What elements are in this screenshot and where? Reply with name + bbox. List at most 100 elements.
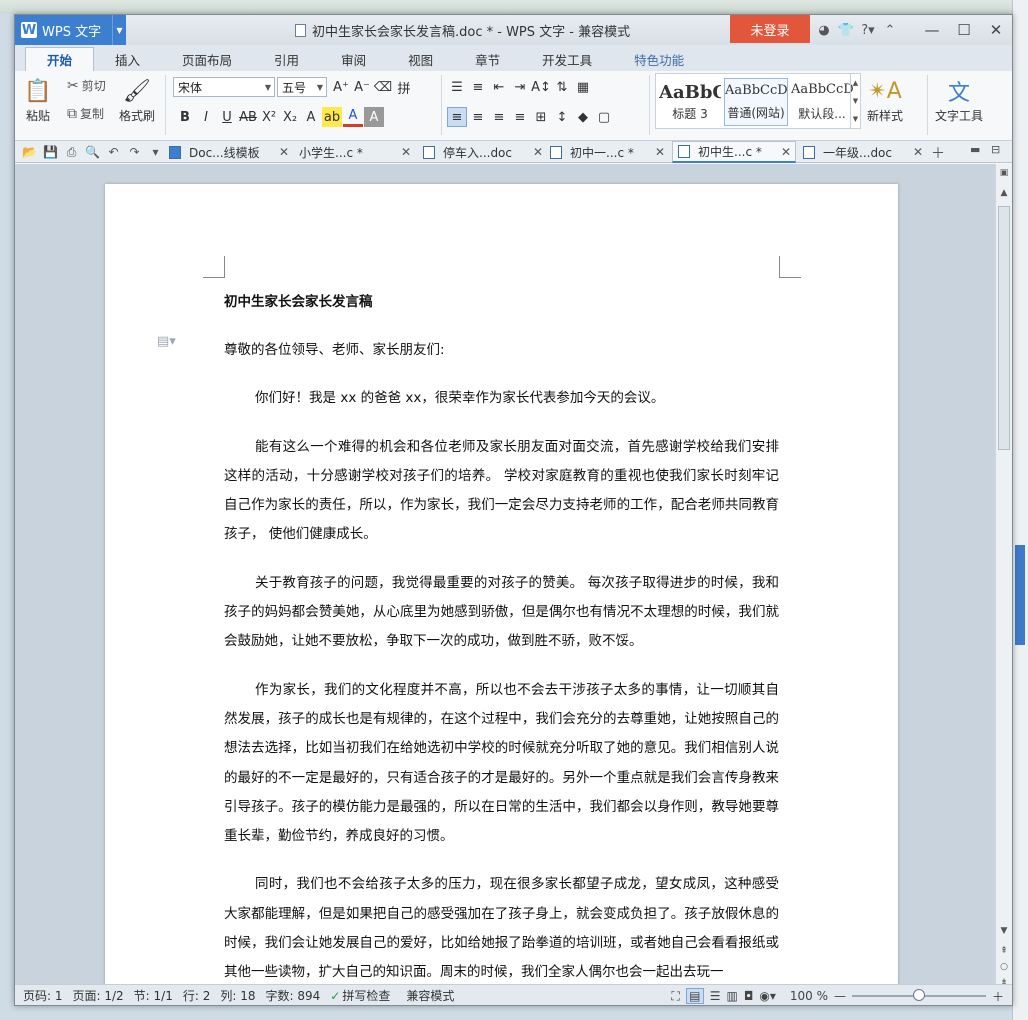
zoom-level[interactable]: 100 % — [790, 989, 828, 1003]
close-icon[interactable]: ✕ — [401, 145, 411, 159]
status-section[interactable]: 节: 1/1 — [134, 987, 173, 1004]
select-browse-icon[interactable]: ○ — [996, 960, 1012, 974]
doc-tab-active[interactable]: 初中生...c * ✕ — [672, 141, 796, 163]
scrollbar-thumb[interactable] — [998, 206, 1010, 450]
print-preview-icon[interactable]: 🔍 — [82, 144, 103, 160]
web-view-icon[interactable]: ▥ — [727, 989, 738, 1003]
zoom-slider-knob[interactable] — [912, 989, 925, 1001]
outline-view-icon[interactable]: ☰ — [710, 989, 721, 1003]
align-right-icon[interactable]: ≡ — [489, 107, 509, 127]
close-icon[interactable]: ✕ — [655, 145, 665, 159]
spell-check-toggle[interactable]: ✓ 拼写检查 — [330, 987, 390, 1004]
close-icon[interactable]: ✕ — [913, 145, 923, 159]
new-tab-icon[interactable]: ＋ — [931, 143, 945, 163]
skin-icon[interactable]: ◕ — [813, 19, 835, 41]
undo-icon[interactable]: ↶ — [103, 144, 124, 160]
italic-icon[interactable]: I — [196, 107, 216, 127]
collapse-ribbon-icon[interactable]: ⌃ — [879, 19, 901, 41]
paragraph-menu-icon[interactable]: ▤▾ — [157, 334, 176, 349]
tab-references[interactable]: 引用 — [253, 47, 320, 71]
status-row[interactable]: 行: 2 — [183, 987, 211, 1004]
minimize-button[interactable]: — — [916, 15, 948, 45]
document-content[interactable]: 初中生家长会家长发言稿 尊敬的各位领导、老师、家长朋友们: 你们好！我是 xx … — [224, 290, 779, 984]
bold-icon[interactable]: B — [175, 107, 195, 127]
char-shading-icon[interactable]: A — [364, 107, 384, 127]
tab-home[interactable]: 开始 — [25, 47, 95, 71]
status-pages[interactable]: 页面: 1/2 — [73, 987, 124, 1004]
doc-tab[interactable]: 小学生...c * ✕ — [299, 141, 411, 163]
eye-protect-icon[interactable]: ◉▾ — [759, 989, 776, 1003]
ruler-toggle-icon[interactable]: ▣ — [996, 166, 1012, 180]
clear-format-icon[interactable]: ⌫ — [373, 77, 393, 97]
doc-tab[interactable]: Doc...线模板 ✕ — [169, 141, 289, 163]
open-icon[interactable]: 📂 — [19, 144, 40, 160]
help-icon[interactable]: ?▾ — [857, 19, 879, 41]
tab-list-icon[interactable]: ▬ — [970, 143, 980, 156]
superscript-icon[interactable]: X² — [259, 107, 279, 127]
justify-icon[interactable]: ≡ — [510, 107, 530, 127]
doc-tab[interactable]: 停车入...doc ✕ — [423, 141, 543, 163]
tab-view[interactable]: 视图 — [387, 47, 454, 71]
pinyin-icon[interactable]: 拼 — [394, 77, 414, 97]
zoom-slider[interactable] — [851, 989, 986, 1001]
paste-button[interactable]: 📋 粘贴 — [23, 75, 53, 124]
table-icon[interactable]: ▦ — [573, 77, 593, 97]
line-spacing-icon[interactable]: ↕ — [552, 107, 572, 127]
redo-icon[interactable]: ↷ — [124, 144, 145, 160]
tab-section[interactable]: 章节 — [454, 47, 521, 71]
style-default-paragraph[interactable]: AaBbCcDd 默认段... — [790, 78, 854, 126]
text-effect-icon[interactable]: A — [301, 107, 321, 127]
styles-scroll[interactable]: ▲ ▼ ▼ — [850, 74, 860, 128]
distribute-icon[interactable]: ⊞ — [531, 107, 551, 127]
tab-menu-icon[interactable]: ⊟ — [991, 143, 1000, 156]
align-center-icon[interactable]: ≡ — [468, 107, 488, 127]
maximize-button[interactable]: ☐ — [948, 15, 980, 45]
doc-tab[interactable]: 初中一...c * ✕ — [550, 141, 665, 163]
status-page-number[interactable]: 页码: 1 — [23, 987, 63, 1004]
tab-developer[interactable]: 开发工具 — [521, 47, 613, 71]
font-size-select[interactable]: 五号 ▼ — [277, 77, 327, 97]
full-screen-icon[interactable]: ⛶ — [671, 989, 679, 1004]
increase-indent-icon[interactable]: ⇥ — [510, 77, 530, 97]
new-style-button[interactable]: ✴A 新样式 — [867, 75, 903, 124]
zoom-in-icon[interactable]: ＋ — [992, 988, 1004, 1005]
doc-tab[interactable]: 一年级...doc ✕ — [803, 141, 923, 163]
shirt-icon[interactable]: 👕 — [835, 19, 857, 41]
grow-font-icon[interactable]: A⁺ — [331, 77, 351, 97]
scroll-up-icon[interactable]: ▲ — [996, 186, 1012, 200]
style-heading-3[interactable]: AaBbC 标题 3 — [658, 78, 722, 126]
strikethrough-icon[interactable]: AB — [238, 107, 258, 127]
save-icon[interactable]: 💾 — [40, 144, 61, 160]
bullet-list-icon[interactable]: ☰ — [447, 77, 467, 97]
highlight-icon[interactable]: ab — [322, 107, 342, 127]
format-painter-button[interactable]: 🖌 格式刷 — [119, 75, 155, 124]
style-normal-web[interactable]: AaBbCcDd 普通(网站) — [724, 78, 788, 126]
vertical-scrollbar[interactable]: ▣ ▲ ▼ ⇞ ○ ⇟ — [995, 164, 1012, 988]
tab-review[interactable]: 审阅 — [320, 47, 387, 71]
tab-special-features[interactable]: 特色功能 — [613, 47, 705, 71]
numbered-list-icon[interactable]: ≡ — [468, 77, 488, 97]
tab-page-layout[interactable]: 页面布局 — [161, 47, 253, 71]
page-view-icon[interactable]: ▤ — [685, 988, 704, 1004]
scroll-down-icon[interactable]: ▼ — [996, 924, 1012, 938]
reading-view-icon[interactable]: ◘ — [744, 989, 754, 1003]
login-button[interactable]: 未登录 — [730, 15, 810, 43]
underline-icon[interactable]: U — [217, 107, 237, 127]
font-color-icon[interactable]: A — [343, 107, 363, 127]
align-left-icon[interactable]: ≡ — [447, 107, 467, 127]
document-page[interactable]: ▤▾ 初中生家长会家长发言稿 尊敬的各位领导、老师、家长朋友们: 你们好！我是 … — [105, 184, 898, 984]
status-column[interactable]: 列: 18 — [220, 987, 255, 1004]
text-tools-button[interactable]: 文 文字工具 — [935, 75, 983, 124]
font-name-select[interactable]: 宋体 ▼ — [173, 77, 275, 97]
status-word-count[interactable]: 字数: 894 — [265, 987, 320, 1004]
close-icon[interactable]: ✕ — [533, 145, 543, 159]
chevron-down-icon[interactable]: ▾ — [145, 144, 166, 160]
zoom-out-icon[interactable]: — — [834, 989, 846, 1003]
shading-icon[interactable]: ◆ — [573, 107, 593, 127]
wps-app-menu-button[interactable]: W WPS 文字 ▼ — [15, 15, 126, 45]
sort-icon[interactable]: ⇅ — [552, 77, 572, 97]
text-direction-icon[interactable]: A↕ — [531, 77, 551, 97]
cut-button[interactable]: ✂ 剪切 — [67, 77, 106, 94]
copy-button[interactable]: ⧉ 复制 — [67, 105, 104, 122]
subscript-icon[interactable]: X₂ — [280, 107, 300, 127]
